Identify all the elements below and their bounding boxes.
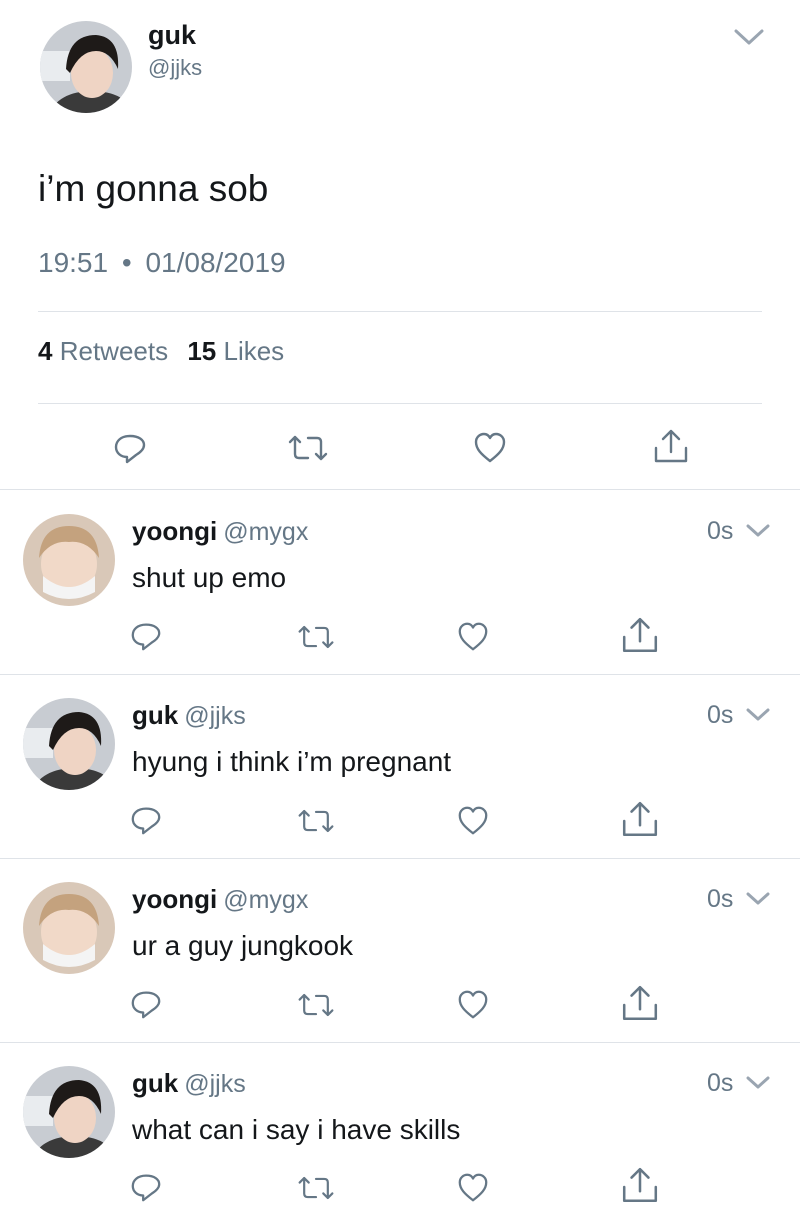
retweets-stat[interactable]: 4 Retweets: [38, 336, 175, 366]
like-icon[interactable]: [456, 620, 490, 654]
share-icon[interactable]: [620, 616, 660, 656]
avatar-guk[interactable]: [40, 21, 132, 113]
tweet-text: i’m gonna sob: [38, 168, 269, 209]
reply-author-handle[interactable]: @jjks: [184, 702, 246, 730]
retweet-icon[interactable]: [296, 990, 336, 1020]
reply-author-name[interactable]: yoongi: [132, 516, 217, 546]
reply-author-handle[interactable]: @mygx: [223, 518, 308, 546]
reply-time: 0s: [707, 517, 734, 545]
chevron-down-icon[interactable]: [745, 1074, 771, 1092]
reply-text: hyung i think i’m pregnant: [132, 746, 452, 777]
avatar-yoongi[interactable]: [23, 514, 115, 606]
chevron-down-icon[interactable]: [732, 26, 766, 48]
reply-text: ur a guy jungkook: [132, 930, 354, 961]
reply-icon[interactable]: [112, 430, 148, 466]
reply-time: 0s: [707, 1069, 734, 1097]
retweet-icon[interactable]: [296, 622, 336, 652]
share-icon[interactable]: [652, 428, 690, 466]
timestamp-separator: •: [121, 247, 132, 278]
likes-count: 15: [187, 336, 217, 366]
tweet-date: 01/08/2019: [145, 247, 286, 278]
tweet-stats: 4 Retweets 15 Likes: [38, 336, 284, 367]
divider: [0, 489, 800, 490]
likes-stat[interactable]: 15 Likes: [187, 336, 284, 366]
chevron-down-icon[interactable]: [745, 706, 771, 724]
reply-header: yoongi @mygx: [132, 516, 308, 547]
author-handle[interactable]: @jjks: [148, 55, 202, 81]
share-icon[interactable]: [620, 984, 660, 1024]
like-icon[interactable]: [456, 804, 490, 838]
retweets-label: Retweets: [59, 336, 169, 366]
retweets-count: 4: [38, 336, 53, 366]
reply-text: what can i say i have skills: [132, 1114, 461, 1145]
reply-author-name[interactable]: guk: [132, 700, 178, 730]
tweet-time: 19:51: [38, 247, 109, 278]
divider: [38, 403, 762, 404]
avatar-guk[interactable]: [23, 698, 115, 790]
chevron-down-icon[interactable]: [745, 890, 771, 908]
reply-author-handle[interactable]: @mygx: [223, 886, 308, 914]
divider: [0, 674, 800, 675]
reply-icon[interactable]: [129, 803, 163, 837]
share-icon[interactable]: [620, 1166, 660, 1206]
reply-author-name[interactable]: yoongi: [132, 884, 217, 914]
retweet-icon[interactable]: [296, 1173, 336, 1203]
reply-header: guk @jjks: [132, 700, 246, 731]
reply-author-handle[interactable]: @jjks: [184, 1070, 246, 1098]
reply-icon[interactable]: [129, 987, 163, 1021]
avatar-guk[interactable]: [23, 1066, 115, 1158]
like-icon[interactable]: [472, 430, 508, 466]
retweet-icon[interactable]: [286, 432, 330, 464]
author-name[interactable]: guk: [148, 20, 196, 51]
likes-label: Likes: [223, 336, 285, 366]
reply-time: 0s: [707, 885, 734, 913]
retweet-icon[interactable]: [296, 806, 336, 836]
divider: [0, 1042, 800, 1043]
chevron-down-icon[interactable]: [745, 522, 771, 540]
reply-author-name[interactable]: guk: [132, 1068, 178, 1098]
reply-header: guk @jjks: [132, 1068, 246, 1099]
share-icon[interactable]: [620, 800, 660, 840]
tweet-timestamp: 19:51 • 01/08/2019: [38, 247, 286, 279]
reply-time: 0s: [707, 701, 734, 729]
avatar-yoongi[interactable]: [23, 882, 115, 974]
reply-header: yoongi @mygx: [132, 884, 308, 915]
reply-icon[interactable]: [129, 619, 163, 653]
like-icon[interactable]: [456, 988, 490, 1022]
reply-text: shut up emo: [132, 562, 287, 593]
reply-icon[interactable]: [129, 1170, 163, 1204]
divider: [38, 311, 762, 312]
divider: [0, 858, 800, 859]
